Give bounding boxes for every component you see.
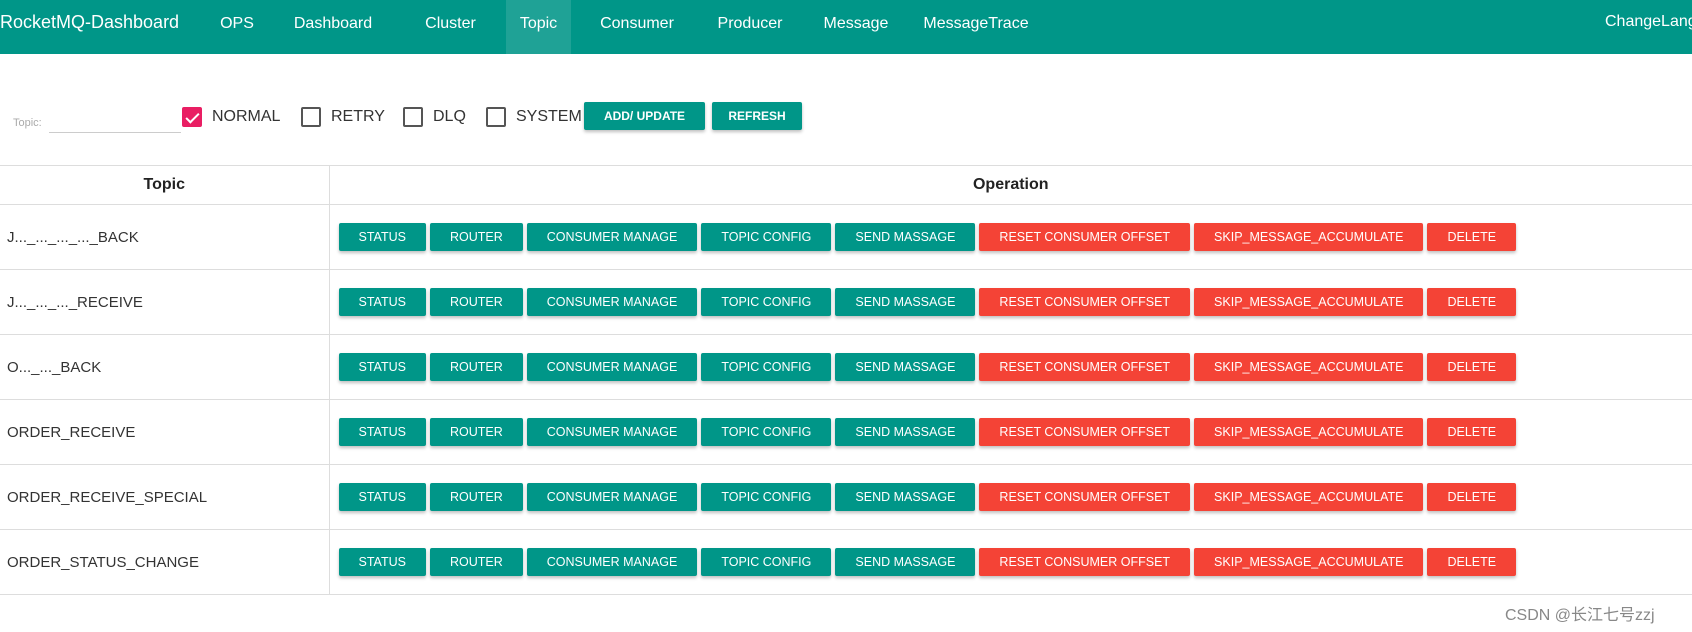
consumer-manage-button[interactable]: CONSUMER MANAGE	[526, 223, 698, 251]
topic-name: J..._..._..._..._BACK	[0, 204, 330, 270]
consumer-manage-button[interactable]: CONSUMER MANAGE	[526, 288, 698, 316]
delete-button[interactable]: DELETE	[1427, 418, 1517, 446]
reset-consumer-offset-button[interactable]: RESET CONSUMER OFFSET	[979, 418, 1191, 446]
send-massage-button[interactable]: SEND MASSAGE	[835, 483, 976, 511]
table-row: J..._..._..._RECEIVE STATUS ROUTER CONSUMER…	[0, 269, 1692, 335]
topic-name: ORDER_STATUS_CHANGE	[0, 529, 330, 595]
status-button[interactable]: STATUS	[338, 418, 426, 446]
top-navbar: RocketMQ-Dashboard OPS Dashboard Cluster To…	[0, 0, 1692, 54]
operation-cell: STATUS ROUTER CONSUMER MANAGE TOPIC CONFIG S…	[329, 204, 1692, 270]
skip-message-accumulate-button[interactable]: SKIP_MESSAGE_ACCUMULATE	[1194, 288, 1424, 316]
topic-filter-bar: Topic: NORMAL RETRY DLQ SYSTEM ADD/ UPDATE …	[0, 100, 900, 136]
watermark: CSDN @长江七号zzj	[1505, 607, 1655, 624]
consumer-manage-button[interactable]: CONSUMER MANAGE	[526, 418, 698, 446]
topic-name: ORDER_RECEIVE	[0, 399, 330, 465]
topic-name: J..._..._..._RECEIVE	[0, 269, 330, 335]
router-button[interactable]: ROUTER	[429, 288, 523, 316]
table-row: ORDER_RECEIVE_SPECIAL STATUS ROUTER CONSUME…	[0, 464, 1692, 530]
reset-consumer-offset-button[interactable]: RESET CONSUMER OFFSET	[979, 288, 1191, 316]
table-row: ORDER_STATUS_CHANGE STATUS ROUTER CONSUMER …	[0, 529, 1692, 595]
consumer-manage-button[interactable]: CONSUMER MANAGE	[526, 353, 698, 381]
operation-cell: STATUS ROUTER CONSUMER MANAGE TOPIC CONFIG S…	[329, 399, 1692, 465]
operation-cell: STATUS ROUTER CONSUMER MANAGE TOPIC CONFIG S…	[329, 529, 1692, 595]
skip-message-accumulate-button[interactable]: SKIP_MESSAGE_ACCUMULATE	[1194, 223, 1424, 251]
send-massage-button[interactable]: SEND MASSAGE	[835, 548, 976, 576]
topic-config-button[interactable]: TOPIC CONFIG	[701, 288, 832, 316]
refresh-button[interactable]: REFRESH	[712, 102, 802, 130]
send-massage-button[interactable]: SEND MASSAGE	[835, 418, 976, 446]
nav-item-consumer[interactable]: Consumer	[588, 0, 686, 54]
table-row: O..._..._BACK STATUS ROUTER CONSUMER MANAGE…	[0, 334, 1692, 400]
send-massage-button[interactable]: SEND MASSAGE	[835, 288, 976, 316]
topic-search-input[interactable]	[49, 107, 181, 133]
skip-message-accumulate-button[interactable]: SKIP_MESSAGE_ACCUMULATE	[1194, 418, 1424, 446]
nav-item-producer[interactable]: Producer	[705, 0, 795, 54]
topic-config-button[interactable]: TOPIC CONFIG	[701, 353, 832, 381]
topic-table: Topic Operation J..._..._..._..._BACK STA…	[0, 165, 1692, 595]
operation-cell: STATUS ROUTER CONSUMER MANAGE TOPIC CONFIG S…	[329, 269, 1692, 335]
table-header-row: Topic Operation	[0, 165, 1692, 205]
topic-name: O..._..._BACK	[0, 334, 330, 400]
operation-cell: STATUS ROUTER CONSUMER MANAGE TOPIC CONFIG S…	[329, 334, 1692, 400]
router-button[interactable]: ROUTER	[429, 223, 523, 251]
status-button[interactable]: STATUS	[338, 548, 426, 576]
skip-message-accumulate-button[interactable]: SKIP_MESSAGE_ACCUMULATE	[1194, 548, 1424, 576]
status-button[interactable]: STATUS	[338, 223, 426, 251]
nav-item-messagetrace[interactable]: MessageTrace	[910, 0, 1042, 54]
nav-item-message[interactable]: Message	[816, 0, 896, 54]
status-button[interactable]: STATUS	[338, 288, 426, 316]
reset-consumer-offset-button[interactable]: RESET CONSUMER OFFSET	[979, 353, 1191, 381]
table-row: ORDER_RECEIVE STATUS ROUTER CONSUMER MANAGE…	[0, 399, 1692, 465]
column-header-topic: Topic	[0, 165, 330, 205]
send-massage-button[interactable]: SEND MASSAGE	[835, 223, 976, 251]
delete-button[interactable]: DELETE	[1427, 483, 1517, 511]
checkbox-label: SYSTEM	[516, 108, 582, 125]
skip-message-accumulate-button[interactable]: SKIP_MESSAGE_ACCUMULATE	[1194, 483, 1424, 511]
column-header-operation: Operation	[329, 165, 1692, 205]
table-row: J..._..._..._..._BACK STATUS ROUTER CONSUME…	[0, 204, 1692, 270]
nav-item-topic[interactable]: Topic	[506, 0, 571, 54]
operation-cell: STATUS ROUTER CONSUMER MANAGE TOPIC CONFIG S…	[329, 464, 1692, 530]
checkbox-unchecked-icon[interactable]	[403, 107, 423, 127]
checkbox-unchecked-icon[interactable]	[301, 107, 321, 127]
topic-config-button[interactable]: TOPIC CONFIG	[701, 223, 832, 251]
checkbox-unchecked-icon[interactable]	[486, 107, 506, 127]
reset-consumer-offset-button[interactable]: RESET CONSUMER OFFSET	[979, 223, 1191, 251]
checkbox-label: NORMAL	[212, 108, 281, 125]
nav-item-cluster[interactable]: Cluster	[412, 0, 489, 54]
delete-button[interactable]: DELETE	[1427, 223, 1517, 251]
brand-logo[interactable]: RocketMQ-Dashboard	[0, 12, 179, 33]
topic-search-label: Topic:	[13, 117, 42, 129]
nav-item-dashboard[interactable]: Dashboard	[287, 0, 379, 54]
topic-config-button[interactable]: TOPIC CONFIG	[701, 418, 832, 446]
topic-config-button[interactable]: TOPIC CONFIG	[701, 483, 832, 511]
reset-consumer-offset-button[interactable]: RESET CONSUMER OFFSET	[979, 548, 1191, 576]
delete-button[interactable]: DELETE	[1427, 288, 1517, 316]
send-massage-button[interactable]: SEND MASSAGE	[835, 353, 976, 381]
nav-item-ops[interactable]: OPS	[207, 0, 267, 54]
checkbox-label: RETRY	[331, 108, 385, 125]
delete-button[interactable]: DELETE	[1427, 548, 1517, 576]
router-button[interactable]: ROUTER	[429, 353, 523, 381]
consumer-manage-button[interactable]: CONSUMER MANAGE	[526, 548, 698, 576]
topic-name: ORDER_RECEIVE_SPECIAL	[0, 464, 330, 530]
status-button[interactable]: STATUS	[338, 353, 426, 381]
change-lang-menu[interactable]: ChangeLang	[1605, 13, 1692, 31]
consumer-manage-button[interactable]: CONSUMER MANAGE	[526, 483, 698, 511]
checkbox-label: DLQ	[433, 108, 466, 125]
topic-config-button[interactable]: TOPIC CONFIG	[701, 548, 832, 576]
status-button[interactable]: STATUS	[338, 483, 426, 511]
delete-button[interactable]: DELETE	[1427, 353, 1517, 381]
checkbox-checked-icon[interactable]	[182, 107, 202, 127]
router-button[interactable]: ROUTER	[429, 418, 523, 446]
skip-message-accumulate-button[interactable]: SKIP_MESSAGE_ACCUMULATE	[1194, 353, 1424, 381]
router-button[interactable]: ROUTER	[429, 483, 523, 511]
router-button[interactable]: ROUTER	[429, 548, 523, 576]
add-update-button[interactable]: ADD/ UPDATE	[584, 102, 705, 130]
reset-consumer-offset-button[interactable]: RESET CONSUMER OFFSET	[979, 483, 1191, 511]
